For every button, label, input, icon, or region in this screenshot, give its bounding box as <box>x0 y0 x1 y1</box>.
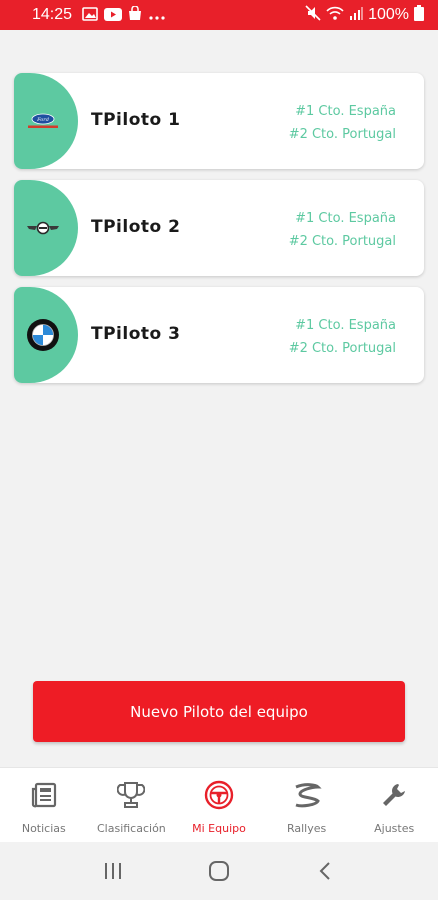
nav-label: Mi Equipo <box>192 822 246 835</box>
home-icon[interactable] <box>199 851 239 891</box>
nav-item-ajustes[interactable]: Ajustes <box>350 768 438 842</box>
system-nav-bar <box>0 842 438 900</box>
youtube-icon <box>104 6 123 25</box>
bottom-nav: Noticias Clasificación Mi Equipo Rallyes… <box>0 767 438 842</box>
pilot-card[interactable]: Ford TPiloto 1 #1 Cto. España #2 Cto. Po… <box>14 73 424 169</box>
nav-label: Noticias <box>21 822 66 835</box>
newspaper-icon <box>29 780 59 810</box>
signal-icon <box>349 6 364 25</box>
championship-label: #1 Cto. España <box>295 318 396 333</box>
wifi-icon <box>326 6 344 25</box>
shopping-bag-icon <box>128 4 142 25</box>
nav-item-clasificacion[interactable]: Clasificación <box>88 768 176 842</box>
recent-apps-icon[interactable] <box>93 851 133 891</box>
nav-item-mi-equipo[interactable]: Mi Equipo <box>175 768 263 842</box>
championship-label: #2 Cto. Portugal <box>288 127 396 142</box>
nav-item-noticias[interactable]: Noticias <box>0 768 88 842</box>
pilot-name: TPiloto 2 <box>91 217 181 237</box>
pilot-championships: #1 Cto. España #2 Cto. Portugal <box>289 100 396 146</box>
status-time: 14:25 <box>32 6 73 23</box>
mute-icon <box>305 4 321 26</box>
pilot-championships: #1 Cto. España #2 Cto. Portugal <box>289 314 396 360</box>
status-bar: 14:25 100% <box>0 0 438 30</box>
new-pilot-button[interactable]: Nuevo Piloto del equipo <box>33 681 405 742</box>
bmw-logo-icon <box>24 318 62 352</box>
nav-label: Clasificación <box>96 822 166 835</box>
road-icon <box>292 780 322 810</box>
pilot-championships: #1 Cto. España #2 Cto. Portugal <box>289 207 396 253</box>
championship-label: #2 Cto. Portugal <box>288 341 396 356</box>
nav-item-rallyes[interactable]: Rallyes <box>263 768 351 842</box>
championship-label: #1 Cto. España <box>295 211 396 226</box>
ford-logo-icon: Ford <box>24 104 62 138</box>
pilot-name: TPiloto 3 <box>91 324 181 344</box>
steering-wheel-icon <box>204 780 234 810</box>
svg-text:Ford: Ford <box>36 117 49 123</box>
pilot-card[interactable]: TPiloto 2 #1 Cto. España #2 Cto. Portuga… <box>14 180 424 276</box>
pilot-card[interactable]: TPiloto 3 #1 Cto. España #2 Cto. Portuga… <box>14 287 424 383</box>
nav-label: Rallyes <box>286 822 327 835</box>
championship-label: #1 Cto. España <box>295 104 396 119</box>
pilot-list: Ford TPiloto 1 #1 Cto. España #2 Cto. Po… <box>14 73 424 394</box>
nav-label: Ajustes <box>374 822 415 835</box>
battery-percent: 100% <box>368 6 409 23</box>
back-icon[interactable] <box>305 851 345 891</box>
gallery-icon <box>82 6 98 25</box>
championship-label: #2 Cto. Portugal <box>288 234 396 249</box>
battery-icon <box>414 4 424 26</box>
trophy-icon <box>116 780 146 810</box>
pilot-name: TPiloto 1 <box>91 110 181 130</box>
wrench-icon <box>379 780 409 810</box>
more-dots-icon <box>148 6 166 25</box>
mini-logo-icon <box>24 211 62 245</box>
